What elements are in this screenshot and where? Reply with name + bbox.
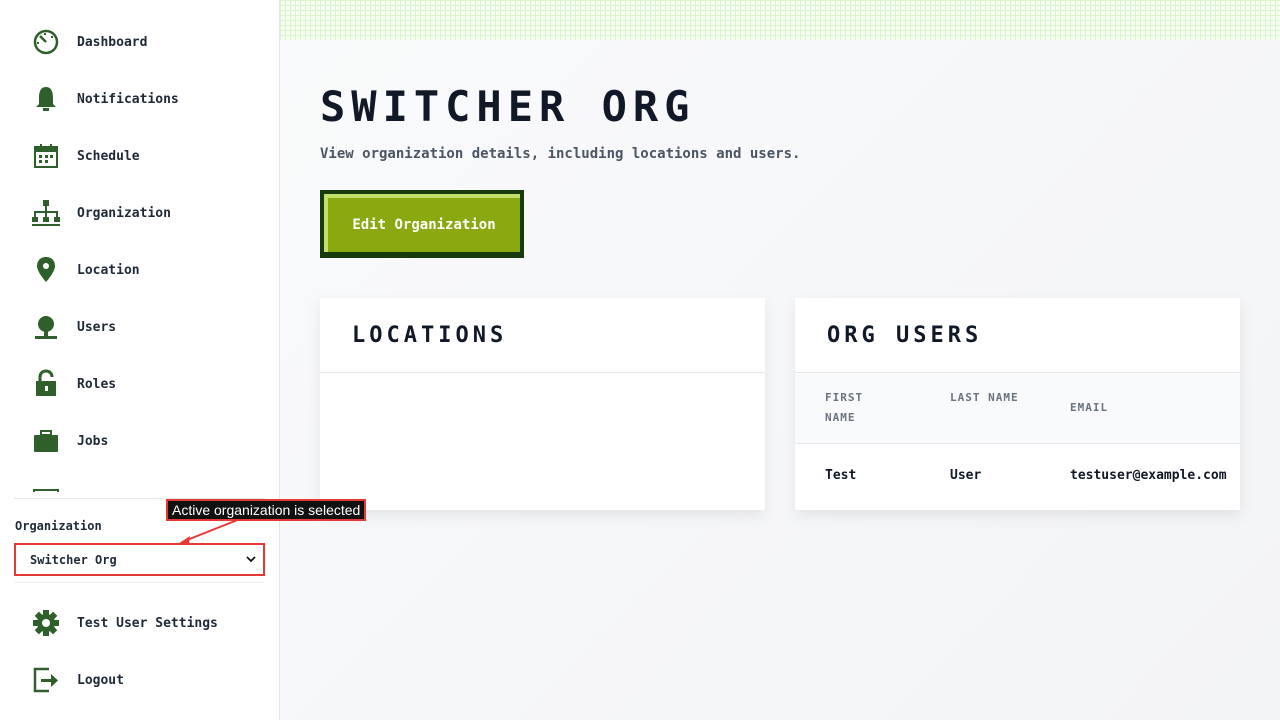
cell-last-name: User <box>950 468 982 483</box>
org-chart-icon <box>30 197 62 229</box>
map-pin-icon <box>30 254 62 286</box>
sidebar-item-organization[interactable]: Organization <box>30 193 260 233</box>
sidebar-item-label: Organization <box>77 205 171 221</box>
sidebar-item-label: Logout <box>77 672 124 688</box>
chevron-down-icon <box>246 556 256 563</box>
sidebar-item-logout[interactable]: Logout <box>30 660 260 700</box>
org-users-card-title: Org Users <box>827 322 983 348</box>
sidebar-item-notifications[interactable]: Notifications <box>30 79 260 119</box>
sidebar-item-dashboard[interactable]: Dashboard <box>30 22 260 62</box>
column-header-email: Email <box>1070 401 1109 414</box>
sidebar-item-label: Roles <box>77 376 117 392</box>
sidebar-item-label: Location <box>77 262 140 278</box>
sidebar-item-location[interactable]: Location <box>30 250 260 290</box>
sidebar-item-label: Dashboard <box>77 34 148 50</box>
locations-card: Locations <box>320 298 765 510</box>
sidebar-item-label: Schedule <box>77 148 140 164</box>
locations-card-header: Locations <box>320 298 765 373</box>
sidebar: Dashboard Notifications Schedule Organiz… <box>0 0 280 720</box>
organization-select-value: Switcher Org <box>30 552 117 567</box>
sidebar-item-label: Notifications <box>77 91 179 107</box>
sidebar-item-label: Jobs <box>77 433 109 449</box>
edit-organization-button-label: Edit Organization <box>324 194 520 252</box>
locations-card-title: Locations <box>352 322 508 348</box>
org-users-table-header: First Name Last Name Email <box>795 374 1240 444</box>
cell-email: testuser@example.com <box>1070 468 1227 483</box>
sidebar-item-label: Test User Settings <box>77 615 218 631</box>
lock-icon <box>30 368 62 400</box>
sidebar-item-roles[interactable]: Roles <box>30 364 260 404</box>
user-icon <box>30 311 62 343</box>
sidebar-item-jobs[interactable]: Jobs <box>30 421 260 461</box>
column-header-last-name: Last Name <box>950 391 1019 404</box>
edit-organization-button[interactable]: Edit Organization <box>320 190 524 258</box>
clipped-nav-icon <box>33 489 59 492</box>
sidebar-nav: Dashboard Notifications Schedule Organiz… <box>0 0 279 492</box>
gear-icon <box>30 607 62 639</box>
annotation-callout: Active organization is selected <box>166 499 367 521</box>
column-header-first-name: First Name <box>825 391 864 424</box>
sidebar-item-users[interactable]: Users <box>30 307 260 347</box>
calendar-icon <box>30 140 62 172</box>
org-users-card-header: Org Users <box>795 298 1240 373</box>
page-subtitle: View organization details, including loc… <box>320 146 801 162</box>
sidebar-divider <box>14 582 265 583</box>
logout-icon <box>30 664 62 696</box>
header-grid-band <box>280 0 1280 40</box>
bell-icon <box>30 83 62 115</box>
dashboard-icon <box>30 26 62 58</box>
main-content: Switcher Org View organization details, … <box>280 0 1280 720</box>
sidebar-item-label: Users <box>77 319 117 335</box>
cell-first-name: Test <box>825 468 857 483</box>
page-title: Switcher Org <box>320 82 696 131</box>
sidebar-item-settings[interactable]: Test User Settings <box>30 603 260 643</box>
org-users-card: Org Users First Name Last Name Email Tes… <box>795 298 1240 510</box>
organization-label: Organization <box>15 519 102 533</box>
briefcase-icon <box>30 425 62 457</box>
sidebar-item-schedule[interactable]: Schedule <box>30 136 260 176</box>
